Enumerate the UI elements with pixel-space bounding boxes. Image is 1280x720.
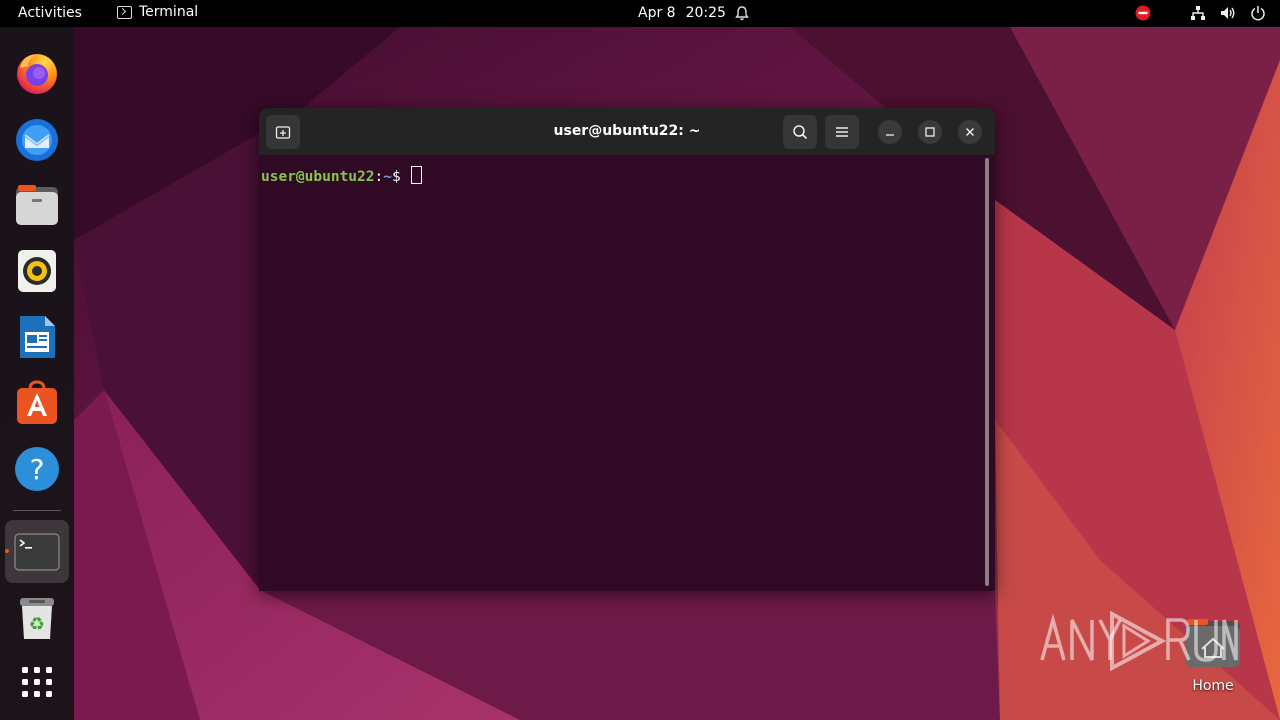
prompt-user: user@ubuntu22 <box>261 169 375 185</box>
dock-item-rhythmbox[interactable] <box>12 246 62 296</box>
network-icon[interactable] <box>1190 5 1206 21</box>
search-icon <box>793 125 808 140</box>
minimize-icon <box>886 134 894 136</box>
terminal-header-bar[interactable]: user@ubuntu22: ~ <box>259 108 995 155</box>
rhythmbox-icon <box>18 250 56 292</box>
app-menu-label: Terminal <box>139 4 199 20</box>
home-folder-label[interactable]: Home <box>1176 678 1250 694</box>
dock-item-terminal[interactable] <box>12 527 62 577</box>
thunderbird-icon <box>16 119 58 161</box>
dock: ? ♻ <box>0 27 74 720</box>
power-icon[interactable] <box>1250 5 1266 21</box>
dock-separator <box>13 510 61 511</box>
terminal-cursor <box>411 166 423 184</box>
dock-item-help[interactable]: ? <box>12 444 62 494</box>
terminal-icon <box>117 5 132 19</box>
help-icon: ? <box>15 447 59 491</box>
terminal-scrollbar[interactable] <box>985 158 989 586</box>
dock-item-firefox[interactable] <box>12 48 62 98</box>
search-button[interactable] <box>783 115 817 149</box>
close-button[interactable] <box>958 120 982 144</box>
notification-bell-icon[interactable] <box>734 5 750 21</box>
anyrun-watermark-logo <box>1040 610 1238 672</box>
writer-icon <box>20 316 55 358</box>
do-not-disturb-icon[interactable] <box>1134 4 1152 22</box>
menu-button[interactable] <box>825 115 859 149</box>
files-icon <box>16 185 58 225</box>
prompt-symbol: $ <box>391 169 401 185</box>
svg-text:♻: ♻ <box>29 614 45 635</box>
clock[interactable]: Apr 8 20:25 <box>638 5 726 21</box>
dock-item-software[interactable] <box>12 378 62 428</box>
dock-item-thunderbird[interactable] <box>12 114 62 164</box>
clock-time: 20:25 <box>685 5 726 21</box>
dock-item-show-applications[interactable] <box>12 657 62 707</box>
volume-icon[interactable] <box>1220 5 1236 21</box>
close-icon <box>966 128 974 136</box>
system-tray[interactable] <box>1134 4 1266 22</box>
terminal-icon <box>14 533 60 571</box>
trash-icon: ♻ <box>20 598 54 639</box>
app-menu[interactable]: Terminal <box>117 4 198 20</box>
app-grid-icon <box>22 667 52 697</box>
maximize-icon <box>925 127 935 137</box>
hamburger-menu-icon <box>836 127 848 137</box>
prompt-separator: : <box>374 169 384 185</box>
maximize-button[interactable] <box>918 120 942 144</box>
prompt-path: ~ <box>383 169 392 185</box>
minimize-button[interactable] <box>878 120 902 144</box>
firefox-icon <box>17 54 57 94</box>
activities-button[interactable]: Activities <box>18 5 82 21</box>
dock-item-files[interactable] <box>12 180 62 230</box>
top-bar: Activities Terminal Apr 8 20:25 <box>0 0 1280 27</box>
svg-text:?: ? <box>30 453 45 486</box>
terminal-content[interactable]: user@ubuntu22:~$ <box>259 155 995 591</box>
clock-date: Apr 8 <box>638 5 676 21</box>
dock-item-trash[interactable]: ♻ <box>12 593 62 643</box>
software-icon <box>17 380 57 424</box>
dock-item-writer[interactable] <box>12 312 62 362</box>
terminal-window[interactable]: user@ubuntu22: ~ user@ubuntu22:~$ <box>259 108 995 591</box>
running-indicator <box>5 549 9 553</box>
